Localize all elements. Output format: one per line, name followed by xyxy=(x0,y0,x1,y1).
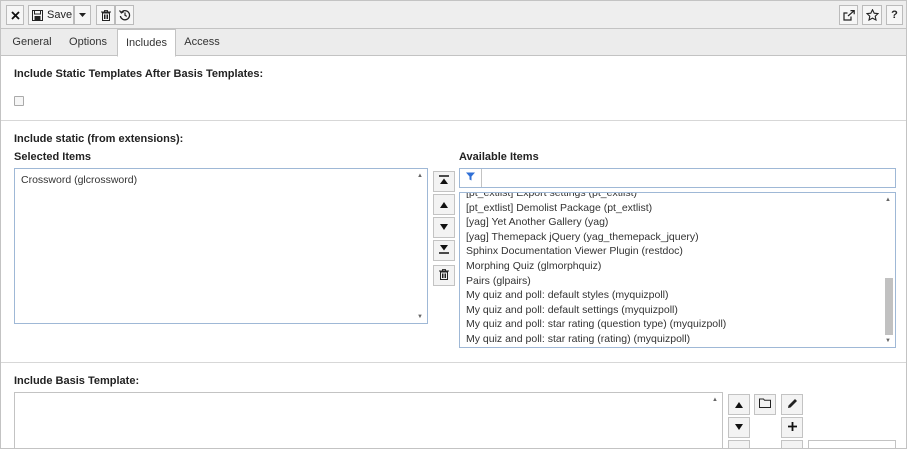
scroll-up-icon[interactable]: ▲ xyxy=(712,396,718,404)
folder-icon xyxy=(759,398,771,411)
tab-includes[interactable]: Includes xyxy=(117,29,176,57)
save-dropdown-button[interactable] xyxy=(74,5,91,25)
scroll-down-icon[interactable]: ▼ xyxy=(417,313,423,321)
move-up-icon xyxy=(439,199,449,211)
available-item[interactable]: [yag] Yet Another Gallery (yag) xyxy=(466,215,881,230)
available-item[interactable]: My quiz and poll: default styles (myquiz… xyxy=(466,288,881,303)
available-item[interactable]: My quiz and poll: default settings (myqu… xyxy=(466,303,881,318)
save-label: Save xyxy=(47,9,73,21)
tab-bar: General Options Includes Access xyxy=(1,29,906,57)
available-item[interactable]: [yag] Themepack jQuery (yag_themepack_jq… xyxy=(466,230,881,245)
available-item[interactable]: Sphinx Documentation Viewer Plugin (rest… xyxy=(466,244,881,259)
filter-input[interactable] xyxy=(483,169,883,187)
chevron-down-icon xyxy=(79,13,86,17)
static-after-basis-checkbox[interactable] xyxy=(14,96,24,106)
static-after-basis-title: Include Static Templates After Basis Tem… xyxy=(14,68,264,80)
delete-button[interactable] xyxy=(96,5,115,25)
open-new-window-button[interactable] xyxy=(839,5,858,25)
available-list-scrollbar[interactable]: ▲ ▼ xyxy=(883,194,894,346)
history-icon xyxy=(118,9,131,21)
record-extra-button[interactable] xyxy=(781,440,803,448)
save-button[interactable]: Save xyxy=(28,5,74,25)
scroll-thumb[interactable] xyxy=(885,278,893,335)
available-items-label: Available Items xyxy=(459,151,539,163)
trash-icon xyxy=(439,268,449,283)
move-bottom-icon xyxy=(439,244,449,257)
scroll-up-icon[interactable]: ▲ xyxy=(885,196,891,204)
save-icon xyxy=(32,9,43,21)
close-icon xyxy=(10,10,20,20)
help-label: ? xyxy=(891,9,898,21)
available-items-list[interactable]: [pt_extlist] Export settings (pt_extlist… xyxy=(459,192,896,348)
selected-items-container: Crossword (glcrossword) xyxy=(21,173,413,188)
pencil-icon xyxy=(787,398,798,412)
selected-list-scrollbar[interactable]: ▲ ▼ xyxy=(415,170,426,322)
selected-items-label: Selected Items xyxy=(14,151,92,163)
filter-icon xyxy=(466,172,475,184)
browse-records-button[interactable] xyxy=(754,394,776,415)
move-top-button[interactable] xyxy=(433,171,455,192)
scroll-up-icon[interactable]: ▲ xyxy=(417,172,423,180)
filter-button[interactable] xyxy=(460,169,482,187)
available-item[interactable]: Morphing Quiz (glmorphquiz) xyxy=(466,259,881,274)
editor-frame: Save ? General Options Includes Access I… xyxy=(0,0,907,449)
move-down-icon xyxy=(734,422,744,434)
selected-items-list[interactable]: Crossword (glcrossword) ▲ ▼ xyxy=(14,168,428,324)
bookmark-button[interactable] xyxy=(862,5,882,25)
move-bottom-button[interactable] xyxy=(433,240,455,261)
close-button[interactable] xyxy=(6,5,24,25)
available-items-container: [pt_extlist] Export settings (pt_extlist… xyxy=(466,193,881,347)
tab-access[interactable]: Access xyxy=(176,29,228,56)
toolbar: Save ? xyxy=(1,1,906,29)
basis-template-list[interactable]: ▲ xyxy=(14,392,723,448)
basis-move-down-button[interactable] xyxy=(728,417,750,438)
external-link-icon xyxy=(842,9,855,21)
star-icon xyxy=(865,9,879,21)
trash-icon xyxy=(100,9,111,21)
tab-options[interactable]: Options xyxy=(59,29,117,56)
history-button[interactable] xyxy=(115,5,134,25)
basis-move-bottom-button[interactable] xyxy=(728,440,750,448)
move-up-icon xyxy=(734,399,744,411)
include-static-title: Include static (from extensions): xyxy=(14,133,184,145)
move-down-button[interactable] xyxy=(433,217,455,238)
available-item[interactable]: [pt_extlist] Demolist Package (pt_extlis… xyxy=(466,201,881,216)
available-item[interactable]: [pt_extlist] Export settings (pt_extlist… xyxy=(466,193,881,201)
include-basis-title: Include Basis Template: xyxy=(14,375,140,387)
help-button[interactable]: ? xyxy=(886,5,903,25)
available-item[interactable]: Pairs (glpairs) xyxy=(466,274,881,289)
tab-general[interactable]: General xyxy=(5,29,59,56)
available-filter xyxy=(459,168,896,188)
move-top-icon xyxy=(439,175,449,188)
add-record-button[interactable] xyxy=(781,417,803,438)
remove-item-button[interactable] xyxy=(433,265,455,286)
section-divider xyxy=(1,362,906,363)
plus-icon xyxy=(787,421,797,434)
basis-move-up-button[interactable] xyxy=(728,394,750,415)
basis-list-scrollbar[interactable]: ▲ xyxy=(710,394,721,448)
available-item[interactable]: My quiz and poll: star rating (rating) (… xyxy=(466,332,881,347)
available-item[interactable]: My quiz and poll: star rating (question … xyxy=(466,317,881,332)
selected-item[interactable]: Crossword (glcrossword) xyxy=(21,173,413,188)
section-divider xyxy=(1,120,906,121)
scroll-down-icon[interactable]: ▼ xyxy=(885,337,891,345)
move-up-button[interactable] xyxy=(433,194,455,215)
move-down-icon xyxy=(439,222,449,234)
record-search-field[interactable] xyxy=(808,440,896,448)
edit-record-button[interactable] xyxy=(781,394,803,415)
